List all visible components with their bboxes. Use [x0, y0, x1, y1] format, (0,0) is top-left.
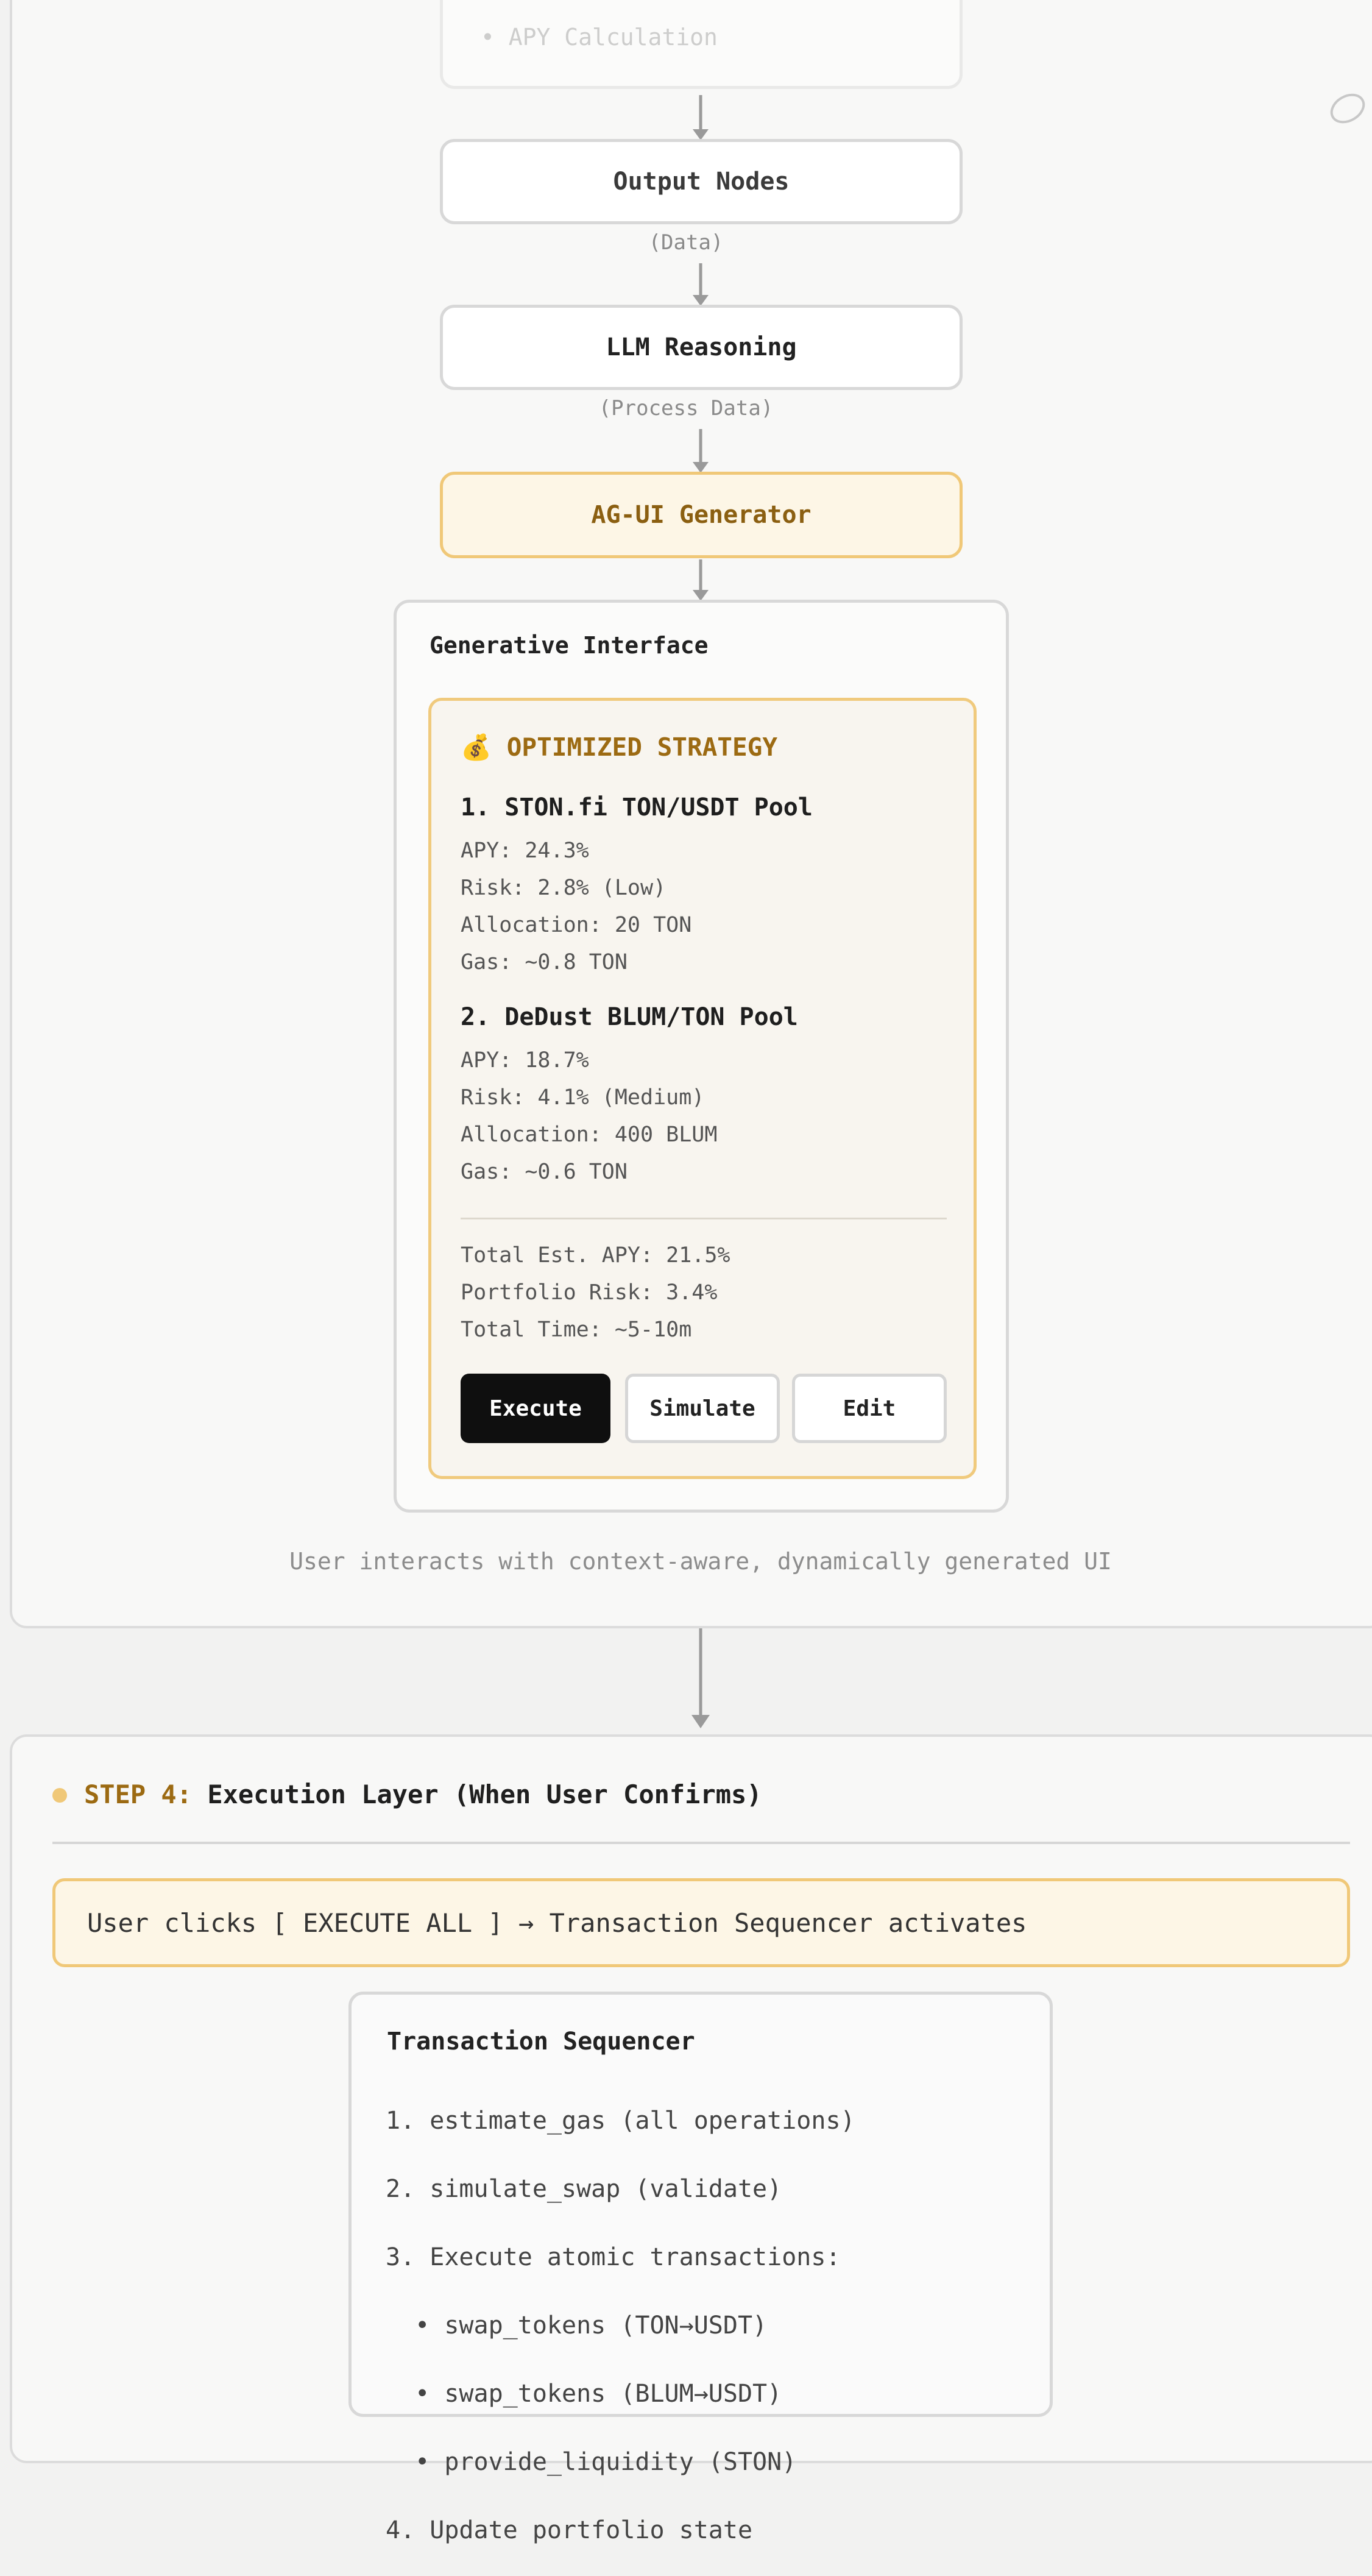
sequencer-step: 1. estimate_gas (all operations) [386, 2107, 855, 2135]
agui-generator-label: AG-UI Generator [591, 501, 812, 529]
pool-2-risk: Risk: 4.1% (Medium) [461, 1085, 705, 1110]
step4-divider [52, 1842, 1350, 1844]
step4-title: Execution Layer (When User Confirms) [207, 1779, 762, 1809]
sequencer-substep: • swap_tokens (TON→USDT) [386, 2312, 768, 2340]
pool-1-gas: Gas: ~0.8 TON [461, 950, 628, 974]
pool-2-metrics: APY: 18.7% Risk: 4.1% (Medium) Allocatio… [461, 1042, 717, 1191]
pool-2-title: 2. DeDust BLUM/TON Pool [461, 1003, 798, 1031]
llm-reasoning-label: LLM Reasoning [606, 333, 797, 361]
sequencer-step: 3. Execute atomic transactions: [386, 2243, 841, 2271]
arrowhead-step4 [691, 1715, 710, 1728]
strategy-divider [461, 1218, 947, 1219]
faded-node-label: • APY Calculation [481, 24, 718, 51]
sequencer-substep: • provide_liquidity (STON) [386, 2448, 797, 2476]
ui-caption: User interacts with context-aware, dynam… [289, 1548, 1112, 1575]
execute-button[interactable]: Execute [461, 1374, 610, 1443]
edge-label-process-data: (Process Data) [598, 396, 774, 420]
step4-label: STEP 4: [84, 1779, 193, 1809]
total-est-apy: Total Est. APY: 21.5% [461, 1243, 730, 1268]
pool-2-gas: Gas: ~0.6 TON [461, 1160, 628, 1184]
sequencer-step: 4. Update portfolio state [386, 2516, 753, 2544]
transaction-sequencer-card: Transaction Sequencer 1. estimate_gas (a… [348, 1992, 1053, 2544]
sequencer-substep: • swap_tokens (BLUM→USDT) [386, 2380, 782, 2408]
output-nodes-node: Output Nodes [440, 139, 963, 224]
generative-interface-card: Generative Interface 💰 OPTIMIZED STRATEG… [394, 600, 1009, 1513]
step4-heading: STEP 4: Execution Layer (When User Confi… [84, 1779, 762, 1809]
sequencer-step: 2. simulate_swap (validate) [386, 2175, 782, 2203]
strategy-summary: Total Est. APY: 21.5% Portfolio Risk: 3.… [461, 1237, 730, 1349]
sequencer-title: Transaction Sequencer [387, 2028, 695, 2056]
pool-1-risk: Risk: 2.8% (Low) [461, 876, 667, 900]
output-nodes-label: Output Nodes [613, 168, 790, 196]
step4-dot [52, 1788, 67, 1803]
pool-1-apy: APY: 24.3% [461, 839, 589, 863]
faded-node-apy-calculation: • APY Calculation [440, 0, 963, 89]
execute-all-note-text: User clicks [ EXECUTE ALL ] → Transactio… [87, 1907, 1027, 1938]
edit-button[interactable]: Edit [792, 1374, 947, 1443]
portfolio-risk: Portfolio Risk: 3.4% [461, 1280, 718, 1305]
sequencer-steps: 1. estimate_gas (all operations) 2. simu… [386, 2075, 855, 2576]
edge-label-data: (Data) [648, 230, 724, 255]
optimized-strategy-card: 💰 OPTIMIZED STRATEGY 1. STON.fi TON/USDT… [428, 698, 977, 1479]
agui-generator-node: AG-UI Generator [440, 472, 963, 558]
pool-1-allocation: Allocation: 20 TON [461, 913, 692, 937]
pool-1-title: 1. STON.fi TON/USDT Pool [461, 793, 813, 821]
llm-reasoning-node: LLM Reasoning [440, 305, 963, 390]
simulate-button[interactable]: Simulate [625, 1374, 780, 1443]
strategy-title: 💰 OPTIMIZED STRATEGY [461, 733, 778, 762]
pool-2-allocation: Allocation: 400 BLUM [461, 1123, 718, 1147]
pool-2-apy: APY: 18.7% [461, 1048, 589, 1073]
pool-1-metrics: APY: 24.3% Risk: 2.8% (Low) Allocation: … [461, 832, 691, 981]
execute-all-note: User clicks [ EXECUTE ALL ] → Transactio… [52, 1878, 1350, 1967]
generative-interface-title: Generative Interface [430, 632, 709, 659]
total-time: Total Time: ~5-10m [461, 1318, 692, 1342]
